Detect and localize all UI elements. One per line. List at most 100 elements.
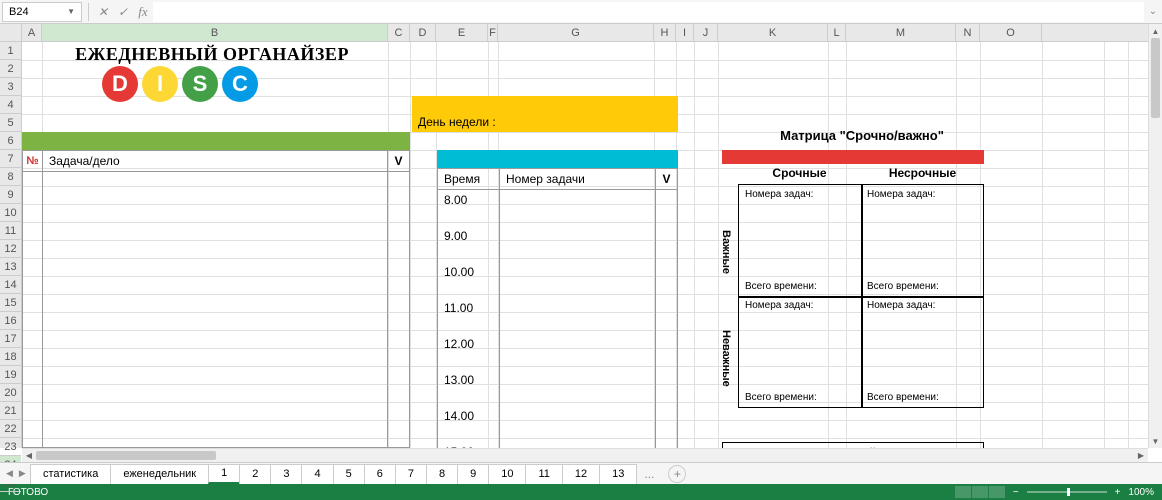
row-header-21[interactable]: 21 (0, 402, 21, 420)
sheet-tab-13[interactable]: 13 (599, 464, 637, 484)
sheet-tab-11[interactable]: 11 (525, 464, 562, 484)
row-header-3[interactable]: 3 (0, 78, 21, 96)
task-table-body[interactable] (22, 172, 410, 448)
sheet-tab-6[interactable]: 6 (364, 464, 396, 484)
v-scroll-thumb[interactable] (1151, 38, 1160, 118)
row-header-18[interactable]: 18 (0, 348, 21, 366)
col-header-M[interactable]: M (846, 24, 956, 41)
row-header-13[interactable]: 13 (0, 258, 21, 276)
view-pagebreak-icon[interactable] (989, 486, 1005, 498)
sheet-tab-9[interactable]: 9 (457, 464, 489, 484)
matrix-cell-q1[interactable]: Номера задач: Всего времени: (739, 185, 861, 296)
row-header-1[interactable]: 1 (0, 42, 21, 60)
formula-input[interactable] (153, 2, 1144, 22)
fx-icon[interactable]: fx (133, 4, 153, 20)
col-header-O[interactable]: O (980, 24, 1042, 41)
col-header-I[interactable]: I (676, 24, 694, 41)
row-header-19[interactable]: 19 (0, 366, 21, 384)
time-row[interactable]: 13.00 (438, 370, 499, 406)
day-of-week-bar[interactable]: День недели : (412, 96, 678, 132)
confirm-icon[interactable]: ✓ (113, 5, 133, 19)
tab-nav-prev-icon[interactable]: ◀ (4, 466, 15, 481)
col-header-A[interactable]: A (22, 24, 42, 41)
row-header-7[interactable]: 7 (0, 150, 21, 168)
col-header-N[interactable]: N (956, 24, 980, 41)
sheet-tab-10[interactable]: 10 (488, 464, 526, 484)
vertical-scrollbar[interactable]: ▲ ▼ (1148, 24, 1162, 448)
h-scroll-thumb[interactable] (36, 451, 216, 460)
zoom-out-icon[interactable]: − (1013, 487, 1019, 498)
row-header-10[interactable]: 10 (0, 204, 21, 222)
time-table-body[interactable]: 8.009.0010.0011.0012.0013.0014.0015.0016… (437, 190, 678, 448)
matrix-cell-q4[interactable]: Номера задач: Всего времени: (861, 296, 983, 407)
time-row[interactable]: 11.00 (438, 298, 499, 334)
row-header-15[interactable]: 15 (0, 294, 21, 312)
name-box[interactable]: B24 ▼ (2, 2, 82, 22)
col-header-C[interactable]: C (388, 24, 410, 41)
row-header-14[interactable]: 14 (0, 276, 21, 294)
time-row[interactable]: 12.00 (438, 334, 499, 370)
zoom-in-icon[interactable]: + (1115, 487, 1121, 498)
sheet-tab-5[interactable]: 5 (333, 464, 365, 484)
time-row[interactable]: 9.00 (438, 226, 499, 262)
row-header-17[interactable]: 17 (0, 330, 21, 348)
row-header-6[interactable]: 6 (0, 132, 21, 150)
row-header-9[interactable]: 9 (0, 186, 21, 204)
col-header-J[interactable]: J (694, 24, 718, 41)
sheet-tab-8[interactable]: 8 (426, 464, 458, 484)
time-row[interactable]: 14.00 (438, 406, 499, 442)
col-header-F[interactable]: F (488, 24, 498, 41)
matrix-cell-q2[interactable]: Номера задач: Всего времени: (861, 185, 983, 296)
row-header-4[interactable]: 4 (0, 96, 21, 114)
matrix-grid[interactable]: Номера задач: Всего времени: Номера зада… (738, 184, 984, 408)
col-header-L[interactable]: L (828, 24, 846, 41)
scroll-left-icon[interactable]: ◀ (22, 449, 36, 462)
sheet-tab-статистика[interactable]: статистика (30, 464, 111, 484)
sheet-tab-1[interactable]: 1 (208, 464, 240, 484)
expand-formula-icon[interactable]: ⌄ (1144, 6, 1162, 17)
select-all-corner[interactable] (0, 24, 22, 42)
col-header-H[interactable]: H (654, 24, 676, 41)
tab-more-button[interactable]: ... (636, 464, 662, 484)
scroll-down-icon[interactable]: ▼ (1149, 434, 1162, 448)
row-header-22[interactable]: 22 (0, 420, 21, 438)
zoom-slider[interactable] (1027, 491, 1107, 493)
cyan-header-bar (437, 150, 678, 168)
col-header-E[interactable]: E (436, 24, 488, 41)
col-header-B[interactable]: B (42, 24, 388, 41)
col-header-D[interactable]: D (410, 24, 436, 41)
row-header-20[interactable]: 20 (0, 384, 21, 402)
row-header-2[interactable]: 2 (0, 60, 21, 78)
sheet-tab-7[interactable]: 7 (395, 464, 427, 484)
scroll-right-icon[interactable]: ▶ (1134, 449, 1148, 462)
time-row[interactable]: 10.00 (438, 262, 499, 298)
sheet-tab-еженедельник[interactable]: еженедельник (110, 464, 209, 484)
zoom-thumb[interactable] (1067, 488, 1070, 496)
row-header-12[interactable]: 12 (0, 240, 21, 258)
add-sheet-button[interactable]: + (668, 465, 686, 483)
sheet-tab-4[interactable]: 4 (301, 464, 333, 484)
row-header-23[interactable]: 23 (0, 438, 21, 456)
sheet-tab-3[interactable]: 3 (270, 464, 302, 484)
row-header-8[interactable]: 8 (0, 168, 21, 186)
col-header-K[interactable]: K (718, 24, 828, 41)
sheet-tab-2[interactable]: 2 (239, 464, 271, 484)
col-header-G[interactable]: G (498, 24, 654, 41)
time-row[interactable]: 8.00 (438, 190, 499, 226)
view-normal-icon[interactable] (955, 486, 971, 498)
row-header-11[interactable]: 11 (0, 222, 21, 240)
cells-area[interactable]: ЕЖЕДНЕВНЫЙ ОРГАНАЙЗЕР DISC № Задача/дело… (22, 42, 1148, 448)
row-header-16[interactable]: 16 (0, 312, 21, 330)
scroll-up-icon[interactable]: ▲ (1149, 24, 1162, 38)
row-header-5[interactable]: 5 (0, 114, 21, 132)
matrix-cell-q3[interactable]: Номера задач: Всего времени: (739, 296, 861, 407)
zoom-level[interactable]: 100% (1128, 487, 1154, 498)
tab-nav-next-icon[interactable]: ▶ (17, 466, 28, 481)
view-pagelayout-icon[interactable] (972, 486, 988, 498)
chevron-down-icon[interactable]: ▼ (67, 7, 75, 16)
sheet-tab-12[interactable]: 12 (562, 464, 600, 484)
cancel-icon[interactable]: ✕ (93, 5, 113, 19)
h-scroll-track[interactable] (36, 449, 1134, 462)
horizontal-scrollbar[interactable]: ◀ ▶ (22, 448, 1148, 462)
matrix-title: Матрица "Срочно/важно" (742, 128, 982, 143)
